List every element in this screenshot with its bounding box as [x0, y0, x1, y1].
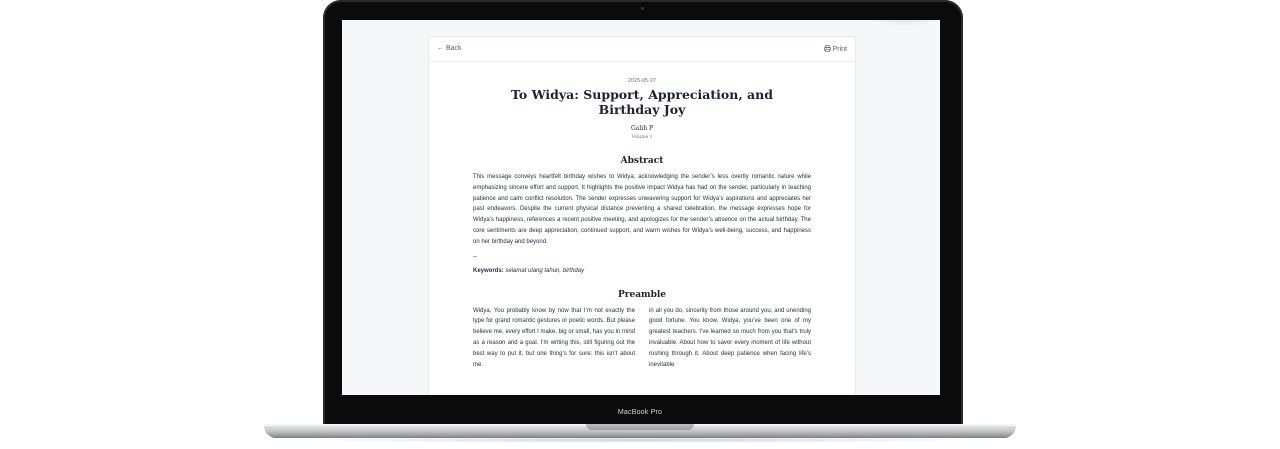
- laptop-screen: ← Back Print 2025-05-27 To Widya: Suppor…: [342, 20, 940, 395]
- document-toolbar: ← Back Print: [429, 37, 855, 62]
- keywords-value: selamat ulang tahun, birthday: [505, 267, 585, 274]
- preamble-column-2: in all you do, sincerity from those arou…: [649, 307, 811, 368]
- abstract-heading: Abstract: [620, 156, 664, 166]
- document-volume: Volume 1: [631, 135, 653, 140]
- document-title: To Widya: Support, Appreciation, and Bir…: [511, 87, 773, 117]
- printer-icon: [823, 45, 831, 52]
- document-date: 2025-05-27: [627, 78, 657, 84]
- abstract-text: This message conveys heartfelt birthday …: [473, 174, 811, 245]
- screen-glare: [860, 20, 940, 26]
- arrow-left-icon: ←: [437, 45, 444, 52]
- document-content: 2025-05-27 To Widya: Support, Appreciati…: [429, 78, 855, 370]
- back-label: Back: [445, 45, 462, 52]
- back-button[interactable]: ← Back: [437, 45, 462, 52]
- document-page: ← Back Print 2025-05-27 To Widya: Suppor…: [428, 36, 856, 395]
- keywords: Keywords: selamat ulang tahun, birthday: [473, 268, 811, 274]
- device-label: MacBook Pro: [617, 409, 663, 416]
- laptop-notch: [586, 424, 694, 430]
- preamble-column-1: Widya, You probably know by now that I’m…: [473, 307, 635, 368]
- print-label: Print: [832, 46, 847, 53]
- print-button[interactable]: Print: [823, 45, 847, 53]
- camera-icon: [641, 7, 644, 10]
- document-author: Galih P: [630, 125, 654, 132]
- keywords-label: Keywords:: [473, 267, 504, 274]
- preamble-heading: Preamble: [617, 289, 667, 300]
- separator: --: [473, 253, 477, 260]
- preamble-columns: Widya, You probably know by now that I’m…: [473, 306, 811, 371]
